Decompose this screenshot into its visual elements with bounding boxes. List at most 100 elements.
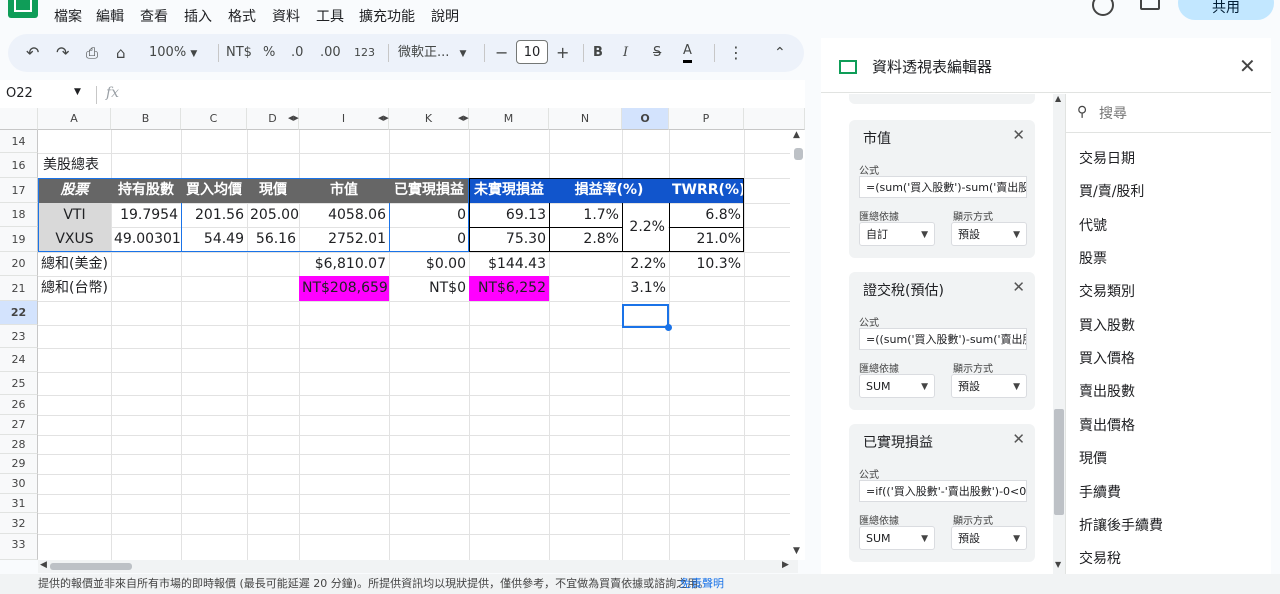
header-cell[interactable]: 已實現損益	[389, 178, 469, 203]
show-as-select[interactable]: 預設 ▼	[951, 222, 1027, 246]
data-cell[interactable]: 1.7%	[549, 203, 622, 227]
show-as-select[interactable]: 預設 ▼	[951, 374, 1027, 398]
data-cell[interactable]: 56.16	[247, 227, 299, 252]
undo-icon[interactable]: ↶	[26, 42, 39, 64]
formula-input[interactable]	[132, 84, 792, 104]
scroll-down-icon[interactable]: ▼	[793, 546, 800, 556]
row-header[interactable]: 20	[0, 252, 38, 276]
data-cell[interactable]: 0	[389, 203, 469, 227]
field-item[interactable]: 賣出股數	[1079, 381, 1135, 401]
row-header[interactable]: 33	[0, 534, 38, 560]
header-cell[interactable]: 未實現損益	[469, 178, 549, 203]
menu-file[interactable]: 檔案	[54, 6, 82, 26]
menu-edit[interactable]: 編輯	[96, 6, 124, 26]
field-item[interactable]: 買入價格	[1079, 348, 1135, 368]
font-select[interactable]: 微軟正... ▼	[398, 42, 466, 64]
fill-handle[interactable]	[665, 324, 672, 331]
scroll-up-icon[interactable]: ▲	[1055, 94, 1061, 103]
close-icon[interactable]: ✕	[1012, 278, 1025, 296]
scrollbar-thumb[interactable]	[50, 563, 132, 570]
close-icon[interactable]: ✕	[1239, 54, 1256, 78]
data-cell[interactable]: 201.56	[181, 203, 247, 227]
col-header-i[interactable]: I	[299, 108, 389, 130]
sum-twd-realized[interactable]: NT$0	[389, 276, 469, 301]
comments-icon[interactable]	[1140, 0, 1160, 10]
col-header-o[interactable]: O	[622, 108, 669, 130]
header-cell[interactable]: 損益率(%)	[549, 178, 669, 203]
font-size-input[interactable]: 10	[516, 40, 548, 64]
menu-view[interactable]: 查看	[140, 6, 168, 26]
data-cell[interactable]: 21.0%	[669, 227, 744, 252]
data-cell[interactable]: 75.30	[469, 227, 549, 252]
field-item[interactable]: 買/賣/股利	[1079, 181, 1144, 201]
field-item[interactable]: 交易類別	[1079, 281, 1135, 301]
row-header[interactable]: 26	[0, 395, 38, 415]
merged-ratio-cell[interactable]: 2.2%	[623, 204, 668, 251]
sum-usd-mv[interactable]: $6,810.07	[299, 252, 389, 276]
data-cell[interactable]: 205.00	[247, 203, 299, 227]
menu-help[interactable]: 說明	[431, 6, 459, 26]
menu-format[interactable]: 格式	[228, 6, 256, 26]
italic-button[interactable]: I	[623, 42, 628, 64]
share-button[interactable]: 共用	[1178, 0, 1274, 20]
header-cell[interactable]: 買入均價	[181, 178, 247, 203]
menu-insert[interactable]: 插入	[184, 6, 212, 26]
hidden-cols-icon[interactable]: ◀▶	[378, 114, 389, 122]
stock-cell[interactable]: VTI	[38, 203, 111, 227]
close-icon[interactable]: ✕	[1012, 126, 1025, 144]
scrollbar-thumb[interactable]	[794, 148, 803, 160]
panel-scrollbar[interactable]: ▲ ▼	[1053, 94, 1065, 574]
row-header[interactable]: 18	[0, 203, 38, 227]
header-cell[interactable]: 持有股數	[111, 178, 181, 203]
row-header[interactable]: 16	[0, 153, 38, 178]
data-cell[interactable]: 4058.06	[299, 203, 389, 227]
hidden-cols-left-icon[interactable]: ◀▶	[288, 114, 299, 122]
stock-cell[interactable]: VXUS	[38, 227, 111, 252]
row-header[interactable]: 27	[0, 415, 38, 435]
strikethrough-button[interactable]: S	[653, 42, 661, 64]
hidden-cols-icon[interactable]: ◀▶	[458, 114, 469, 122]
sheets-logo-icon[interactable]	[8, 0, 38, 18]
scroll-up-icon[interactable]: ▲	[793, 130, 800, 140]
collapse-toolbar-icon[interactable]: ⌃	[774, 42, 786, 64]
scroll-right-icon[interactable]: ▶	[782, 560, 789, 570]
data-cell[interactable]: 49.00301	[111, 227, 181, 252]
field-item[interactable]: 買入股數	[1079, 315, 1135, 335]
data-cell[interactable]: 6.8%	[669, 203, 744, 227]
field-item[interactable]: 手續費	[1079, 482, 1121, 502]
col-header-a[interactable]: A	[38, 108, 111, 130]
row-header[interactable]: 31	[0, 494, 38, 513]
formula-field[interactable]: =((sum('買入股數')-sum('賣出股數'))	[859, 328, 1027, 350]
show-as-select[interactable]: 預設 ▼	[951, 526, 1027, 550]
bold-button[interactable]: B	[593, 42, 603, 64]
redo-icon[interactable]: ↷	[56, 42, 69, 64]
row-header[interactable]: 21	[0, 276, 38, 301]
formula-field[interactable]: =(sum('買入股數')-sum('賣出股數'))	[859, 176, 1027, 198]
field-item[interactable]: 折讓後手續費	[1079, 515, 1163, 535]
row-header[interactable]: 30	[0, 474, 38, 494]
scrollbar-thumb[interactable]	[1054, 409, 1064, 515]
currency-button[interactable]: NT$	[226, 42, 252, 64]
menu-data[interactable]: 資料	[272, 6, 300, 26]
summarize-select[interactable]: SUM ▼	[859, 526, 935, 550]
field-item[interactable]: 股票	[1079, 248, 1107, 268]
menu-extensions[interactable]: 擴充功能	[359, 6, 415, 26]
summarize-select[interactable]: 自訂 ▼	[859, 222, 935, 246]
col-header-c[interactable]: C	[181, 108, 247, 130]
col-header-b[interactable]: B	[111, 108, 181, 130]
menu-tools[interactable]: 工具	[316, 6, 344, 26]
col-header-m[interactable]: M	[469, 108, 549, 130]
summarize-select[interactable]: SUM ▼	[859, 374, 935, 398]
field-item[interactable]: 代號	[1079, 215, 1107, 235]
row-header[interactable]: 14	[0, 130, 38, 153]
font-size-decrease-button[interactable]: −	[495, 42, 508, 64]
decrease-decimal-button[interactable]: .0	[291, 42, 303, 64]
field-item[interactable]: 現價	[1079, 448, 1107, 468]
formula-field[interactable]: =if(('買入股數'-'賣出股數')-0<0.0	[859, 480, 1027, 502]
field-item[interactable]: 交易稅	[1079, 548, 1121, 568]
number-format-button[interactable]: 123	[354, 42, 375, 64]
vertical-scrollbar[interactable]	[790, 130, 805, 560]
name-box[interactable]: O22	[6, 86, 33, 101]
field-search-input[interactable]	[1097, 100, 1261, 128]
row-header[interactable]: 29	[0, 454, 38, 474]
